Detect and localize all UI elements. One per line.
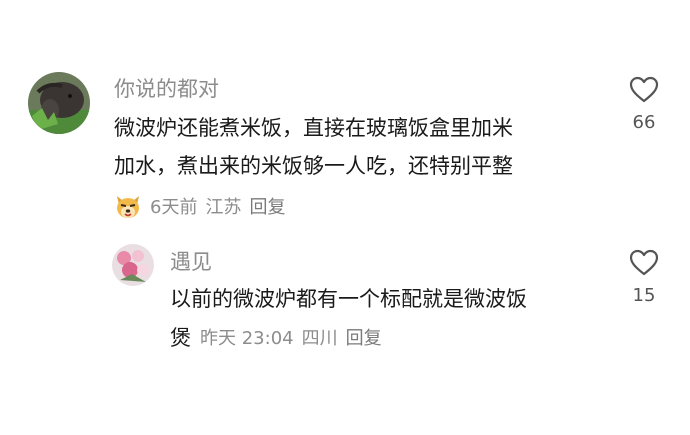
avatar[interactable] [112,244,154,286]
comment-location: 四川 [301,328,338,349]
like-button[interactable]: 15 [614,249,674,305]
comment-location: 江苏 [205,197,242,218]
comment-time: 昨天 23:04 [200,328,294,349]
like-button[interactable]: 66 [614,76,674,132]
reply-button[interactable]: 回复 [346,328,382,349]
comment-text-line: 以前的微波炉都有一个标配就是微波饭 [170,287,527,311]
like-count: 15 [632,285,656,306]
heart-outline-icon [629,76,659,103]
flowers-avatar-image [112,244,154,286]
comment-username[interactable]: 遇见 [170,252,212,273]
buffalo-avatar-image [28,72,90,134]
comment-username[interactable]: 你说的都对 [114,79,219,100]
heart-outline-icon [629,249,659,276]
dog-face-emoji-icon [114,192,142,220]
reply-button[interactable]: 回复 [249,197,285,218]
avatar[interactable] [28,72,90,134]
comment-text-line: 煲 [170,326,191,350]
comment-time: 6天前 [150,197,198,218]
comment-text-line: 微波炉还能煮米饭，直接在玻璃饭盒里加米 [114,116,513,140]
like-count: 66 [632,112,656,133]
comment-text-line: 加水，煮出来的米饭够一人吃，还特别平整 [114,154,513,178]
comment-meta: 昨天 23:04 四川 回复 [200,330,390,348]
comment-section: 你说的都对 微波炉还能煮米饭，直接在玻璃饭盒里加米 加水，煮出来的米饭够一人吃，… [0,0,690,435]
comment-meta: 6天前 江苏 回复 [114,194,293,222]
